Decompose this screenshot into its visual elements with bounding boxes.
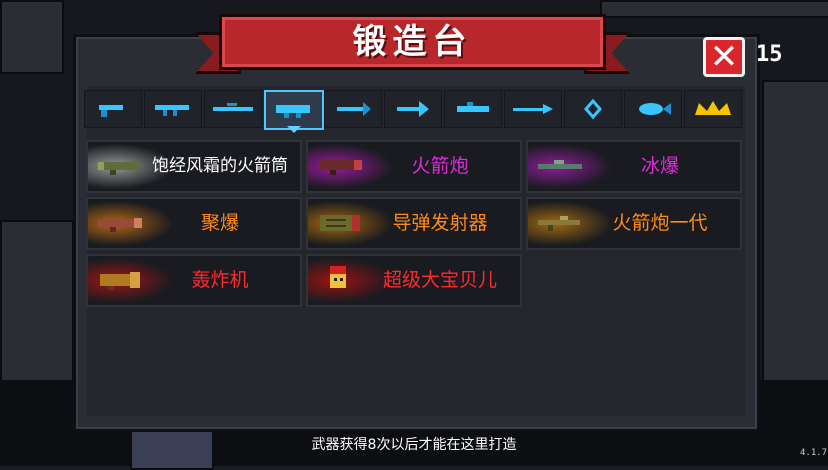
list-item-weathered-bazooka[interactable]: 饱经风霜的火箭筒 (86, 140, 302, 193)
close-x-icon: ✕ (709, 37, 739, 77)
tab-arrow[interactable] (384, 90, 442, 128)
background-wall-top (600, 0, 828, 18)
page-title: 锻造台 (352, 22, 473, 62)
pistol-icon (99, 105, 123, 117)
tab-crown[interactable] (684, 90, 742, 128)
background-wall-right (762, 80, 828, 384)
forge-requirement-hint: 武器获得8次以后才能在这里打造 (311, 437, 517, 453)
weapon-category-tabs (84, 90, 746, 130)
list-item-rocket-artillery[interactable]: 火箭炮 (306, 140, 522, 193)
laser-icon (457, 102, 489, 112)
forge-panel-inner (87, 86, 745, 416)
selected-tab-indicator (287, 126, 301, 133)
bow-icon (337, 102, 371, 116)
rocket-launcher-icon (276, 105, 310, 118)
list-item-bomber[interactable]: 轰炸机 (86, 254, 302, 307)
list-item-rocket-artillery-gen1[interactable]: 火箭炮一代 (526, 197, 742, 250)
item-label: 导弹发射器 (392, 212, 488, 234)
tab-spear[interactable] (504, 90, 562, 128)
item-label: 超级大宝贝儿 (382, 269, 497, 291)
tab-rifle[interactable] (144, 90, 202, 128)
arrow-icon (397, 101, 429, 117)
implosion-icon (98, 218, 142, 232)
title-banner-body: 锻造台 (219, 14, 606, 70)
item-label: 冰爆 (640, 155, 679, 177)
bomber-icon (100, 272, 140, 290)
item-label: 轰炸机 (191, 269, 249, 291)
fish-gun-icon (639, 103, 671, 115)
sniper-icon (213, 103, 253, 111)
list-item-implosion[interactable]: 聚爆 (86, 197, 302, 250)
list-item-ice-burst[interactable]: 冰爆 (526, 140, 742, 193)
list-item-super-baby[interactable]: 超级大宝贝儿 (306, 254, 522, 307)
missile-launcher-icon (320, 215, 360, 231)
item-label: 火箭炮 (411, 155, 469, 177)
tab-fish-gun[interactable] (624, 90, 682, 128)
background-wall-left-lower (0, 220, 74, 384)
tab-sniper[interactable] (204, 90, 262, 128)
rifle-icon (155, 105, 189, 116)
crown-icon (695, 101, 731, 115)
staff-icon (584, 99, 602, 119)
item-label: 聚爆 (200, 212, 239, 234)
version-label: 4.1.7 (800, 448, 828, 458)
super-baby-icon (330, 266, 346, 288)
weathered-bazooka-icon (98, 162, 140, 175)
item-label: 饱经风霜的火箭筒 (152, 156, 288, 176)
title-banner: 锻造台 (195, 14, 630, 74)
close-button[interactable]: ✕ (703, 37, 745, 77)
spear-icon (513, 104, 553, 114)
ice-burst-icon (538, 160, 582, 169)
list-item-missile-launcher[interactable]: 导弹发射器 (306, 197, 522, 250)
rocket-artillery-icon (320, 160, 362, 175)
rocket-artillery-gen1-icon (538, 216, 580, 231)
tab-pistol[interactable] (84, 90, 142, 128)
tab-bow[interactable] (324, 90, 382, 128)
item-label: 火箭炮一代 (612, 212, 708, 234)
counter-value: 15 (756, 42, 783, 67)
background-wall-left (0, 0, 64, 74)
tab-staff[interactable] (564, 90, 622, 128)
tab-laser[interactable] (444, 90, 502, 128)
tab-rocket-launcher[interactable] (264, 90, 324, 130)
